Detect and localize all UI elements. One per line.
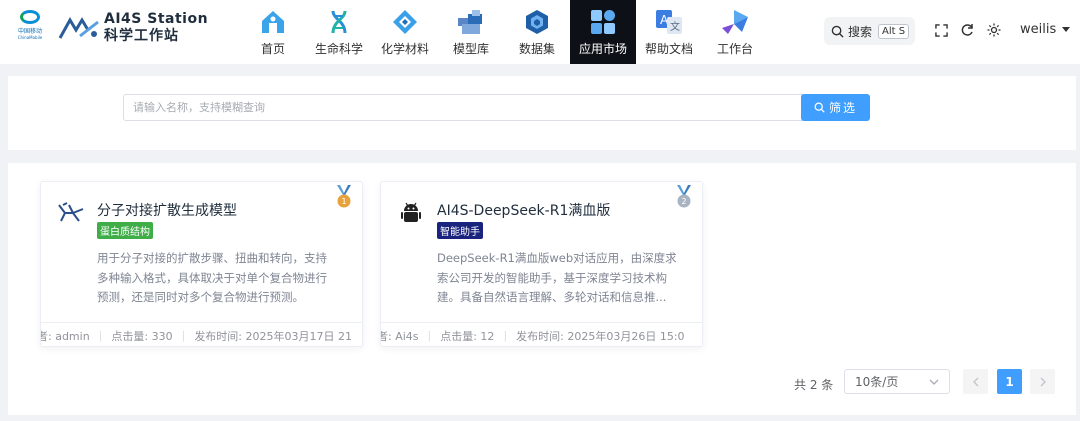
app-published: 发布时间: 2025年03月26日 15:0 (516, 329, 685, 343)
app-list: 分子对接扩散生成模型 蛋白质结构 1 用于分子对接的扩散步骤、扭曲和转向，支持多… (8, 163, 1076, 415)
next-page-button[interactable] (1030, 369, 1055, 394)
app-description: 用于分子对接的扩散步骤、扭曲和转向，支持多种输入格式，具体取决于对单个复合物进行… (97, 251, 327, 304)
search-icon (814, 102, 825, 113)
china-mobile-logo: 中国移动 ChinaMobile (14, 10, 46, 46)
brand[interactable]: 中国移动 ChinaMobile AI4S Station 科学工作站 (14, 10, 208, 46)
app-grid-icon (588, 7, 618, 37)
prev-page-button[interactable] (963, 369, 988, 394)
app-title[interactable]: 分子对接扩散生成模型 (97, 200, 237, 220)
theme-sun-icon[interactable] (986, 22, 1002, 38)
translate-icon: A文 (654, 7, 684, 37)
nav-life-science[interactable]: 生命科学 (306, 0, 372, 64)
app-meta: 者: Ai4s | 点击量: 12 | 发布时间: 2025年03月26日 15… (381, 322, 702, 346)
dataset-icon (522, 7, 552, 37)
nav-help-docs[interactable]: A文 帮助文档 (636, 0, 702, 64)
dna-icon (324, 7, 354, 37)
divider: | (427, 329, 432, 342)
brand-title-en: AI4S Station (104, 11, 209, 27)
nav-workbench[interactable]: 工作台 (702, 0, 768, 64)
chevron-down-icon (929, 379, 939, 385)
main-nav: 首页 生命科学 化学材料 模型库 数据集 应用市场 A 文 帮助文档 工作台 (240, 0, 768, 64)
fullscreen-icon[interactable] (933, 22, 949, 38)
brand-title-cn: 科学工作站 (104, 28, 179, 44)
nav-dataset[interactable]: 数据集 (504, 0, 570, 64)
filter-button[interactable]: 筛选 (801, 94, 870, 121)
search-label: 搜索 (848, 24, 873, 39)
silver-medal-icon: 2 (677, 185, 691, 208)
chevron-left-icon (972, 377, 978, 386)
page-number-button[interactable]: 1 (997, 369, 1022, 394)
app-author: 者: admin (41, 329, 90, 343)
app-category-tag: 蛋白质结构 (97, 222, 153, 239)
app-meta: 者: admin | 点击量: 330 | 发布时间: 2025年03月17日 … (41, 322, 362, 346)
refresh-icon[interactable] (959, 22, 975, 38)
app-published: 发布时间: 2025年03月17日 21 (194, 329, 352, 343)
caret-down-icon (1062, 27, 1071, 32)
app-search-input[interactable] (123, 94, 803, 121)
page-size-value: 10条/页 (855, 375, 899, 389)
nav-chemistry[interactable]: 化学材料 (372, 0, 438, 64)
user-menu[interactable]: weilis (1020, 22, 1071, 37)
app-clicks: 点击量: 330 (111, 329, 173, 343)
rank-number: 1 (341, 197, 346, 206)
app-card[interactable]: 分子对接扩散生成模型 蛋白质结构 1 用于分子对接的扩散步骤、扭曲和转向，支持多… (40, 181, 363, 347)
pagination-total: 共 2 条 (794, 378, 834, 392)
molecule-docking-icon (56, 198, 86, 228)
username: weilis (1020, 22, 1057, 37)
app-title[interactable]: AI4S-DeepSeek-R1满血版 (437, 200, 610, 220)
home-icon (258, 7, 288, 37)
chemistry-icon (390, 7, 420, 37)
app-category-tag: 智能助手 (437, 222, 483, 239)
divider: | (503, 329, 508, 342)
gold-medal-icon: 1 (337, 185, 351, 208)
rank-number: 2 (681, 197, 686, 206)
cube-stack-icon (456, 7, 486, 37)
page-size-select[interactable]: 10条/页 (844, 369, 950, 394)
app-author: 者: Ai4s (381, 329, 419, 343)
chevron-right-icon (1040, 377, 1046, 386)
nav-app-market[interactable]: 应用市场 (570, 0, 636, 64)
global-search-button[interactable]: 搜索 Alt S (824, 17, 915, 45)
divider: | (181, 329, 186, 342)
ai4s-logo (58, 17, 99, 39)
nav-home[interactable]: 首页 (240, 0, 306, 64)
workbench-icon (720, 7, 750, 37)
app-card[interactable]: AI4S-DeepSeek-R1满血版 智能助手 2 DeepSeek-R1满血… (380, 181, 703, 347)
svg-text:文: 文 (670, 20, 680, 33)
filter-bar: 筛选 (8, 76, 1076, 150)
filter-button-label: 筛选 (828, 101, 857, 115)
app-clicks: 点击量: 12 (440, 329, 495, 343)
search-shortcut: Alt S (878, 23, 910, 39)
divider: | (98, 329, 103, 342)
nav-model-library[interactable]: 模型库 (438, 0, 504, 64)
app-description: DeepSeek-R1满血版web对话应用，由深度求索公司开发的智能助手，基于深… (437, 251, 677, 304)
android-robot-icon (396, 198, 426, 228)
top-header: 中国移动 ChinaMobile AI4S Station 科学工作站 首页 生… (0, 0, 1080, 64)
search-icon (831, 25, 844, 38)
